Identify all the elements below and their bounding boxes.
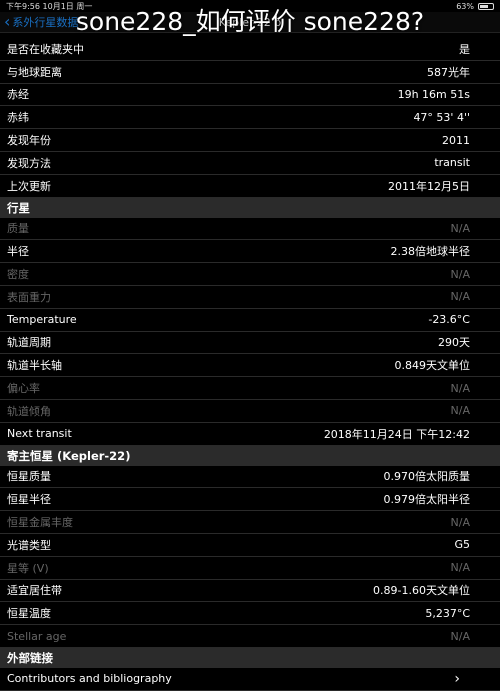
detail-row[interactable]: 轨道周期 290天 bbox=[0, 332, 500, 355]
chevron-right-icon: › bbox=[454, 670, 460, 687]
row-label: 发现年份 bbox=[7, 134, 51, 148]
row-value: 2011年12月5日 bbox=[388, 179, 470, 193]
detail-row[interactable]: 发现方法 transit bbox=[0, 152, 500, 175]
nav-title: Kepler-22 b bbox=[218, 15, 282, 29]
detail-row[interactable]: 星等 (V) N/A bbox=[0, 557, 500, 580]
row-value: 0.89-1.60天文单位 bbox=[373, 584, 470, 598]
row-label: 质量 bbox=[7, 222, 29, 236]
detail-row[interactable]: 赤纬 47° 53' 4'' bbox=[0, 106, 500, 130]
detail-row[interactable]: 密度 N/A bbox=[0, 263, 500, 286]
row-value: 290天 bbox=[438, 336, 470, 350]
detail-row[interactable]: 上次更新 2011年12月5日 bbox=[0, 175, 500, 198]
row-label: Temperature bbox=[7, 313, 77, 327]
row-value: 0.979倍太阳半径 bbox=[383, 493, 471, 507]
detail-row[interactable]: 恒星半径 0.979倍太阳半径 bbox=[0, 488, 500, 512]
row-label: 轨道半长轴 bbox=[7, 359, 62, 373]
row-value: N/A bbox=[450, 290, 470, 304]
row-value: 19h 16m 51s bbox=[397, 87, 470, 101]
detail-row[interactable]: 质量 N/A bbox=[0, 218, 500, 241]
row-value: 0.970倍太阳质量 bbox=[383, 470, 471, 484]
chevron-left-icon: ‹ bbox=[4, 12, 11, 31]
row-label: 光谱类型 bbox=[7, 538, 51, 552]
status-bar: 下午9:56 10月1日 周一 63% bbox=[0, 0, 500, 12]
row-value: transit bbox=[434, 156, 470, 170]
battery-percent: 63% bbox=[456, 1, 474, 11]
row-label: 轨道周期 bbox=[7, 336, 51, 350]
row-label: 轨道倾角 bbox=[7, 404, 51, 418]
row-label: 恒星半径 bbox=[7, 493, 51, 507]
row-value: 587光年 bbox=[427, 65, 470, 79]
row-label: 表面重力 bbox=[7, 290, 51, 304]
row-label: 星等 (V) bbox=[7, 561, 49, 575]
row-value: 2011 bbox=[442, 133, 470, 147]
link-row[interactable]: Contributors and bibliography › bbox=[0, 668, 500, 691]
row-value: N/A bbox=[450, 381, 470, 395]
row-value: 2018年11月24日 下午12:42 bbox=[323, 427, 470, 441]
row-label: 发现方法 bbox=[7, 156, 51, 170]
row-label: 适宜居住带 bbox=[7, 584, 62, 598]
row-label: 半径 bbox=[7, 245, 29, 259]
detail-row[interactable]: 光谱类型 G5 bbox=[0, 534, 500, 557]
detail-row[interactable]: Temperature -23.6°C bbox=[0, 309, 500, 332]
detail-row[interactable]: 恒星金属丰度 N/A bbox=[0, 511, 500, 534]
row-label: Next transit bbox=[7, 427, 72, 441]
row-label: 恒星质量 bbox=[7, 470, 51, 484]
detail-list: 是否在收藏夹中 是与地球距离 587光年赤经 19h 16m 51s 赤纬 47° 53'… bbox=[0, 38, 500, 691]
row-label: 恒星金属丰度 bbox=[7, 516, 73, 530]
row-value: 0.849天文单位 bbox=[394, 359, 471, 373]
row-value: G5 bbox=[454, 538, 470, 552]
row-value: N/A bbox=[450, 515, 470, 529]
row-label: 赤经 bbox=[7, 88, 29, 102]
back-label: 系外行星数据 bbox=[12, 16, 79, 29]
detail-row[interactable]: 与地球距离 587光年 bbox=[0, 61, 500, 84]
row-value: 47° 53' 4'' bbox=[413, 110, 470, 124]
detail-row[interactable]: 适宜居住带 0.89-1.60天文单位 bbox=[0, 580, 500, 603]
row-value: N/A bbox=[450, 629, 470, 643]
detail-row[interactable]: 半径 2.38倍地球半径 bbox=[0, 240, 500, 264]
status-time-date: 下午9:56 10月1日 周一 bbox=[6, 1, 92, 12]
row-value: 是 bbox=[459, 42, 470, 56]
detail-row[interactable]: Stellar age N/A bbox=[0, 625, 500, 648]
row-label: 恒星温度 bbox=[7, 607, 51, 621]
status-date: 10月1日 周一 bbox=[42, 1, 93, 11]
row-value: N/A bbox=[450, 267, 470, 281]
row-label: 是否在收藏夹中 bbox=[7, 42, 84, 56]
detail-row[interactable]: 发现年份 2011 bbox=[0, 129, 500, 152]
detail-row[interactable]: 轨道倾角 N/A bbox=[0, 400, 500, 423]
status-right: 63% bbox=[456, 2, 494, 11]
section-header-planet: 行星 bbox=[0, 197, 500, 218]
row-label: 赤纬 bbox=[7, 111, 29, 125]
row-label: 偏心率 bbox=[7, 382, 40, 396]
detail-row[interactable]: 是否在收藏夹中 是 bbox=[0, 38, 500, 61]
row-label: Stellar age bbox=[7, 629, 67, 643]
section-header-host-star: 寄主恒星 (Kepler-22) bbox=[0, 445, 500, 466]
detail-row[interactable]: 偏心率 N/A bbox=[0, 377, 500, 400]
back-button[interactable]: ‹ 系外行星数据 bbox=[0, 14, 78, 30]
row-label: 密度 bbox=[7, 268, 29, 282]
row-value: 5,237°C bbox=[425, 606, 470, 620]
row-value: N/A bbox=[450, 561, 470, 575]
row-label: 上次更新 bbox=[7, 179, 51, 193]
detail-row[interactable]: 恒星温度 5,237°C bbox=[0, 602, 500, 626]
row-value: N/A bbox=[450, 221, 470, 235]
row-value: 2.38倍地球半径 bbox=[390, 245, 471, 259]
battery-fill bbox=[480, 4, 488, 8]
link-label: Contributors and bibliography bbox=[7, 672, 172, 686]
section-header-external-links: 外部链接 bbox=[0, 647, 500, 668]
row-value: N/A bbox=[450, 404, 470, 418]
row-label: 与地球距离 bbox=[7, 65, 62, 79]
status-time: 下午9:56 bbox=[6, 1, 40, 11]
detail-row[interactable]: 表面重力 N/A bbox=[0, 286, 500, 309]
battery-icon bbox=[478, 2, 494, 10]
detail-row[interactable]: 轨道半长轴 0.849天文单位 bbox=[0, 354, 500, 378]
detail-row[interactable]: 恒星质量 0.970倍太阳质量 bbox=[0, 466, 500, 489]
row-value: -23.6°C bbox=[428, 313, 470, 327]
navigation-bar: ‹ 系外行星数据 Kepler-22 b bbox=[0, 12, 500, 33]
detail-row[interactable]: Next transit 2018年11月24日 下午12:42 bbox=[0, 423, 500, 446]
detail-row[interactable]: 赤经 19h 16m 51s bbox=[0, 84, 500, 107]
